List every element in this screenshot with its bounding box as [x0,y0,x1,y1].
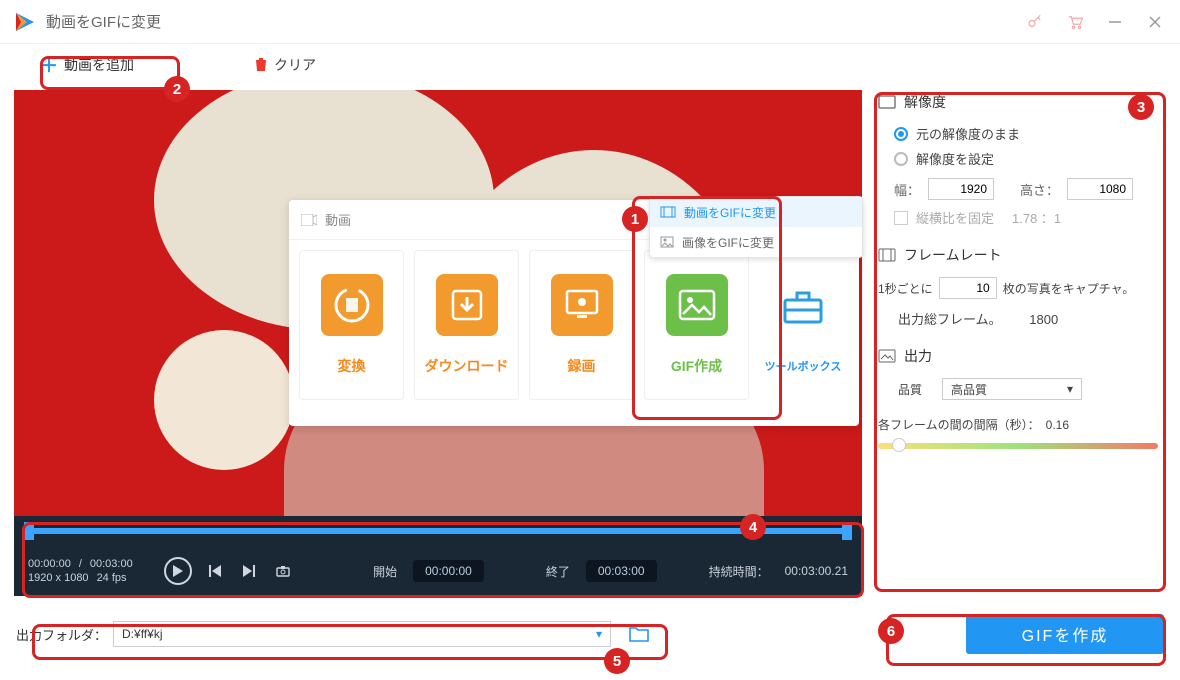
next-button[interactable] [238,560,260,582]
category-download[interactable]: ダウンロード [414,250,519,400]
chevron-down-icon: ▾ [1067,382,1073,396]
resolution-title: 解像度 [904,92,946,112]
clear-button[interactable]: クリア [254,55,316,75]
interval-slider[interactable] [878,443,1158,449]
total-frames-value: 1800 [1029,312,1058,327]
key-icon[interactable] [1022,9,1048,35]
download-icon [436,274,498,336]
category-convert[interactable]: 変換 [299,250,404,400]
submenu-label: 動画をGIFに変更 [684,204,776,221]
total-frames-label: 出力総フレーム。 [898,312,1002,327]
image-icon [660,236,674,248]
prev-button[interactable] [204,560,226,582]
add-video-label: 動画を追加 [64,55,134,75]
output-title: 出力 [904,346,932,366]
framerate-input[interactable] [939,277,997,299]
record-icon [551,274,613,336]
interval-value: 0.16 [1046,418,1069,432]
play-button[interactable] [164,557,192,585]
annotation-4: 4 [740,514,766,540]
category-label: ダウンロード [425,356,509,376]
snapshot-button[interactable] [272,560,294,582]
end-label: 終了 [546,563,570,580]
video-small-icon [301,214,317,226]
trash-icon [254,56,268,75]
checkbox-icon [894,211,908,225]
submenu-video-to-gif[interactable]: 動画をGIFに変更 [650,197,862,227]
time-meta: 00:00:00/00:03:00 1920 x 108024 fps [28,558,148,584]
start-handle[interactable] [24,522,34,540]
interval-label: 各フレームの間の間隔（秒）： [878,416,1040,433]
resolution-icon [878,95,896,109]
radio-set-resolution[interactable]: 解像度を設定 [894,149,1158,168]
gif-icon [666,274,728,336]
height-label: 高さ： [1020,180,1059,199]
radio-checked-icon [894,127,908,141]
hold-label: 持続時間： [709,563,769,580]
toolbox-icon [772,276,834,338]
bottom-bar: 出力フォルダ： D:¥ff¥kj ▾ GIFを作成 [0,602,1180,666]
annotation-1: 1 [622,206,648,232]
convert-icon [321,274,383,336]
end-time[interactable]: 00:03:00 [586,560,657,582]
framerate-title: フレームレート [904,245,1002,265]
minimize-icon[interactable] [1102,9,1128,35]
category-label: 録画 [568,356,596,376]
create-gif-button[interactable]: GIFを作成 [966,614,1164,654]
category-label: GIF作成 [671,356,722,376]
category-label: 変換 [338,356,366,376]
width-label: 幅： [894,180,920,199]
annotation-3: 3 [1128,94,1154,120]
close-icon[interactable] [1142,9,1168,35]
add-video-button[interactable]: ＋ 動画を追加 [30,48,144,82]
end-handle[interactable] [842,522,852,540]
submenu-image-to-gif[interactable]: 画像をGIFに変更 [650,227,862,257]
open-folder-button[interactable] [625,620,653,648]
start-label: 開始 [373,563,397,580]
annotation-2: 2 [164,76,190,102]
width-input[interactable] [928,178,994,200]
quality-select[interactable]: 高品質 ▾ [942,378,1082,400]
radio-keep-original[interactable]: 元の解像度のまま [894,124,1158,143]
cart-icon[interactable] [1062,9,1088,35]
category-gif[interactable]: GIF作成 [644,250,749,400]
submenu-label: 画像をGIFに変更 [682,234,774,251]
category-toolbox[interactable]: ツールボックス [759,250,847,400]
chevron-down-icon: ▾ [596,627,602,641]
title-bar: 動画をGIFに変更 [0,0,1180,44]
popup-header-label: 動画 [325,210,351,229]
slider-thumb[interactable] [892,438,906,452]
clear-label: クリア [274,55,316,75]
output-icon [878,349,896,363]
timeline: 00:00:00/00:03:00 1920 x 108024 fps 開始 0… [14,516,862,596]
plus-icon: ＋ [40,52,58,78]
gif-submenu: 動画をGIFに変更 画像をGIFに変更 [649,196,863,258]
app-logo-icon [12,10,36,34]
app-title: 動画をGIFに変更 [46,11,1008,32]
height-input[interactable] [1067,178,1133,200]
timeline-track[interactable] [24,528,852,534]
quality-label: 品質 [898,381,922,398]
annotation-6: 6 [878,618,904,644]
start-time[interactable]: 00:00:00 [413,560,484,582]
annotation-5: 5 [604,648,630,674]
lock-aspect-checkbox[interactable]: 縦横比を固定 1.78 ：1 [894,208,1158,227]
film-icon [660,206,676,218]
video-preview: 動画 変換 ダウンロード 録画 [14,90,862,516]
output-folder-label: 出力フォルダ： [16,625,107,644]
output-folder-combo[interactable]: D:¥ff¥kj ▾ [113,621,611,647]
hold-value: 00:03:00.21 [785,564,848,578]
settings-panel: 解像度 元の解像度のまま 解像度を設定 幅： 高さ： 縦横比を固定 1.78 ：… [870,86,1170,602]
category-record[interactable]: 録画 [529,250,634,400]
framerate-icon [878,248,896,262]
category-label: ツールボックス [765,358,842,374]
radio-unchecked-icon [894,152,908,166]
